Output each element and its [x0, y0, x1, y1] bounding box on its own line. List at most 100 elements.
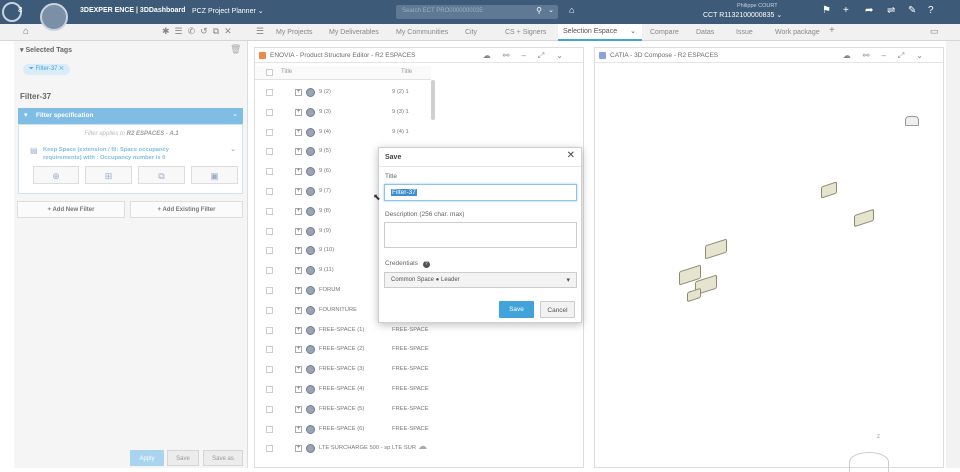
maximize-icon[interactable]: ⤢ [538, 51, 556, 60]
row-checkbox[interactable] [266, 306, 273, 314]
chevron-down-icon[interactable]: ⌄ [556, 51, 575, 60]
add-spatial-rule-button[interactable]: ⧉ [138, 166, 185, 184]
menu-icon[interactable]: ☰ [256, 26, 264, 37]
share-icon[interactable]: ➦ [865, 5, 873, 16]
tab-my-communities[interactable]: My Communities [396, 24, 448, 41]
table-row[interactable]: +9 (2) 9 (2) 1 [255, 83, 431, 103]
save-button[interactable]: Save [167, 450, 199, 466]
minimize-icon[interactable]: – [881, 51, 897, 60]
space-box[interactable] [687, 287, 701, 303]
tab-compare[interactable]: Compare [650, 24, 679, 41]
cloud-icon[interactable]: ☁ [483, 51, 503, 60]
table-row[interactable]: + FREE-SPACE (3) FREE-SPACE [255, 360, 431, 380]
view-orientation-icon[interactable] [905, 116, 919, 126]
row-checkbox[interactable] [266, 168, 273, 176]
add-product-rule-button[interactable]: ▣ [191, 166, 238, 184]
row-checkbox[interactable] [266, 287, 273, 294]
expand-icon[interactable]: + [295, 168, 302, 176]
selected-tags-header[interactable]: ▾ Selected Tags [20, 46, 72, 54]
search-input[interactable]: Search ECT PRO0000000035 ⚲ ⌄ [396, 5, 558, 19]
tenant-selector[interactable]: CCT R1132100000835 ⌄ [703, 11, 782, 19]
tag-icon[interactable]: ⌂ [569, 5, 574, 15]
minimize-icon[interactable]: – [521, 51, 537, 60]
dialog-cancel-button[interactable]: Cancel [540, 301, 575, 318]
add-rule-button[interactable]: ⊕ [33, 166, 79, 184]
row-checkbox[interactable] [266, 267, 273, 275]
row-checkbox[interactable] [266, 227, 273, 235]
tab-my-deliverables[interactable]: My Deliverables [329, 24, 379, 41]
add-new-filter-button[interactable]: + Add New Filter [17, 201, 125, 218]
expand-icon[interactable]: + [295, 148, 302, 156]
expand-icon[interactable]: + [295, 405, 302, 413]
expand-icon[interactable]: + [295, 247, 302, 255]
table-row[interactable]: +9 (3) 9 (3) 1 [255, 103, 431, 123]
help-icon[interactable]: ? [928, 5, 934, 16]
credentials-select[interactable]: Common Space ● Leader ▾ [384, 272, 577, 288]
expand-icon[interactable]: + [295, 366, 302, 374]
3d-viewer[interactable]: z [595, 64, 943, 472]
cloud-icon[interactable]: ☁ [843, 51, 863, 60]
tools-icon[interactable]: ✎ [908, 5, 916, 16]
row-checkbox[interactable] [266, 207, 273, 215]
expand-icon[interactable]: + [295, 287, 302, 294]
expand-icon[interactable]: + [295, 445, 302, 453]
row-checkbox[interactable] [266, 108, 273, 116]
row-checkbox[interactable] [266, 148, 273, 156]
cloud-sync-icon[interactable]: ☁ [418, 441, 427, 452]
row-checkbox[interactable] [266, 128, 273, 136]
apply-button[interactable]: Apply [130, 450, 164, 466]
row-checkbox[interactable] [266, 366, 273, 374]
close-icon[interactable]: ✕ [567, 150, 575, 161]
trash-icon[interactable]: 🗑 [230, 44, 241, 55]
dialog-save-button[interactable]: Save [499, 301, 534, 318]
notification-icon[interactable]: ⚑ [822, 5, 831, 16]
expand-icon[interactable]: + [295, 306, 302, 314]
add-attribute-rule-button[interactable]: ⊞ [85, 166, 132, 184]
dashboard-name[interactable]: PCZ Project Planner ⌄ [192, 7, 264, 15]
expand-icon[interactable]: + [295, 267, 302, 275]
tab-datas[interactable]: Datas [696, 24, 714, 41]
chevron-down-icon[interactable]: ⌄ [916, 51, 935, 60]
row-checkbox[interactable] [266, 405, 273, 413]
keep-space-rule[interactable]: Keep Space (extension / fil: Space occup… [43, 146, 199, 162]
row-checkbox[interactable] [266, 247, 273, 255]
help-icon[interactable]: ? [422, 261, 430, 268]
save-as-button[interactable]: Save as [203, 450, 243, 466]
chevron-down-icon[interactable]: ⌄ [230, 145, 236, 153]
select-all-checkbox[interactable] [266, 69, 273, 76]
space-box[interactable] [854, 208, 874, 228]
tab-work-package[interactable]: Work package [775, 24, 820, 41]
expand-icon[interactable]: + [295, 386, 302, 393]
plus-icon[interactable]: + [843, 5, 849, 16]
row-checkbox[interactable] [266, 386, 273, 393]
expand-icon[interactable]: + [295, 128, 302, 136]
table-row[interactable]: + LTE SURCHARGE 500 - sp LTE SUR [255, 439, 431, 459]
expand-icon[interactable]: + [295, 108, 302, 116]
column-title-2[interactable]: Title [401, 69, 412, 75]
expand-icon[interactable]: + [295, 425, 302, 433]
table-row[interactable]: + FREE-SPACE (1) FREE-SPACE [255, 321, 431, 341]
search-icon[interactable]: ⚲ [536, 6, 542, 15]
add-tab-icon[interactable]: + [829, 25, 835, 36]
tab-city[interactable]: City [465, 24, 477, 41]
tag-chip[interactable]: ⏷ Filter-37 ✕ [23, 64, 70, 75]
row-checkbox[interactable] [266, 188, 273, 195]
table-row[interactable]: + FREE-SPACE (6) FREE-SPACE [255, 420, 431, 440]
title-input[interactable]: Filter-37 [384, 184, 577, 201]
expand-icon[interactable]: + [295, 326, 302, 334]
row-checkbox[interactable] [266, 346, 273, 354]
tab-my-projects[interactable]: My Projects [276, 24, 313, 41]
expand-icon[interactable]: + [295, 227, 302, 235]
link-icon[interactable]: ⚯ [863, 51, 882, 60]
expand-icon[interactable]: + [295, 89, 302, 96]
row-checkbox[interactable] [266, 89, 273, 96]
chat-icon[interactable]: ▭ [930, 26, 939, 37]
link-icon[interactable]: ⚯ [503, 51, 522, 60]
close-icon[interactable]: ✕ [59, 66, 64, 72]
space-box[interactable] [821, 181, 837, 199]
expand-icon[interactable]: + [295, 346, 302, 354]
tab-selection-espace[interactable]: Selection Espace ⌄ [558, 24, 642, 41]
search-dropdown-icon[interactable]: ⌄ [548, 6, 554, 14]
add-existing-filter-button[interactable]: + Add Existing Filter [130, 201, 243, 218]
row-checkbox[interactable] [266, 425, 273, 433]
